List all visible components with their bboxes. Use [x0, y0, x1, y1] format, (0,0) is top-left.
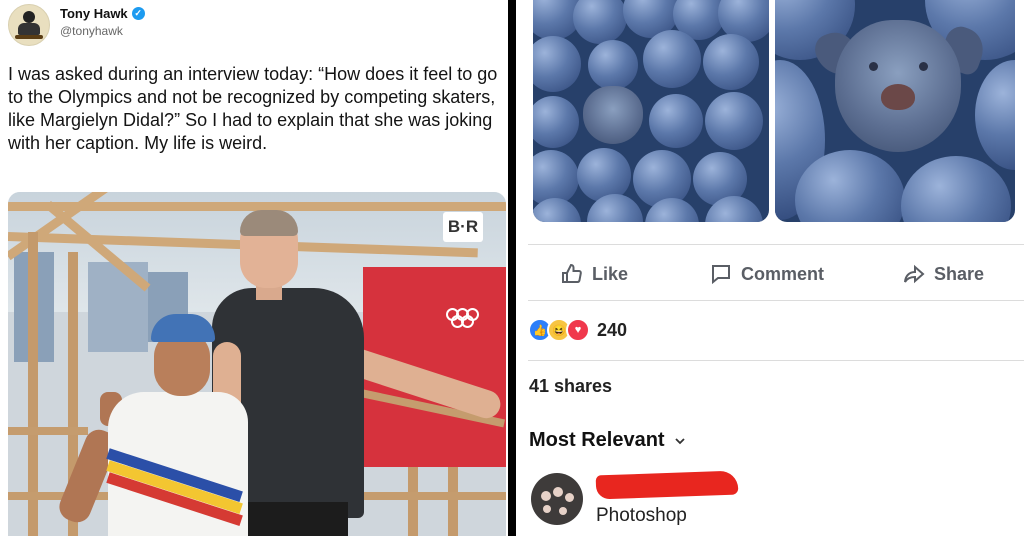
reaction-count: 240: [597, 319, 628, 340]
commenter-avatar[interactable]: [531, 473, 583, 525]
divider: [528, 360, 1024, 361]
user-handle[interactable]: @tonyhawk: [60, 24, 123, 38]
comment-label: Comment: [741, 263, 825, 284]
blueberry-dog-closeup-photo[interactable]: [775, 0, 1015, 222]
blueberry-photo[interactable]: [533, 0, 769, 222]
chevron-down-icon: [674, 437, 685, 444]
facebook-post-panel: Like Comment Share 👍 😆 ♥ 240 41 shares M…: [516, 0, 1024, 536]
comment-button[interactable]: Comment: [709, 258, 824, 290]
like-label: Like: [592, 263, 629, 284]
share-arrow-icon: [904, 264, 925, 284]
display-name[interactable]: Tony Hawk ✓: [60, 6, 145, 21]
redacted-commenter-name: [595, 470, 739, 500]
display-name-text: Tony Hawk: [60, 6, 128, 21]
br-watermark: B·R: [443, 212, 483, 242]
reaction-summary[interactable]: 👍 😆 ♥ 240: [528, 318, 627, 342]
profile-avatar[interactable]: [8, 4, 50, 46]
thumbs-up-icon: [562, 263, 582, 283]
comment-sort-label: Most Relevant: [529, 429, 665, 451]
verified-badge-icon: ✓: [131, 7, 145, 20]
share-count[interactable]: 41 shares: [529, 376, 612, 397]
comment-text: Photoshop: [596, 505, 687, 526]
divider: [528, 244, 1024, 245]
comment-sort-dropdown[interactable]: Most Relevant: [529, 429, 685, 452]
olympic-rings-icon: [446, 308, 479, 330]
love-reaction-icon: ♥: [566, 318, 590, 342]
share-label: Share: [934, 263, 985, 284]
tweet-text: I was asked during an interview today: “…: [8, 64, 498, 153]
tweet-panel: Tony Hawk ✓ @tonyhawk I was asked during…: [0, 0, 508, 536]
share-button[interactable]: Share: [902, 258, 984, 290]
comment-bubble-icon: [712, 265, 730, 285]
like-button[interactable]: Like: [560, 258, 628, 290]
divider: [528, 300, 1024, 301]
tweet-photo[interactable]: B·R: [8, 192, 506, 536]
